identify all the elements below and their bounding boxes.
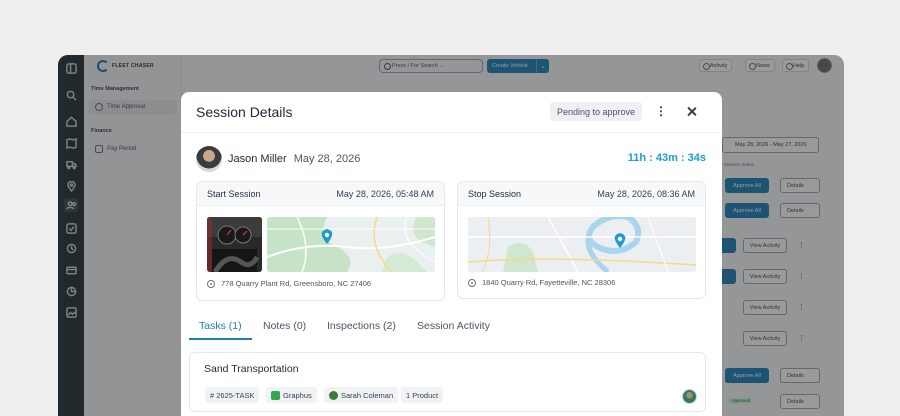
more-options-icon[interactable]: ⋮ xyxy=(655,103,667,119)
driver-name: Jason Miller xyxy=(228,153,287,165)
assignee-chip: Sarah Coleman xyxy=(324,387,399,403)
driver-avatar xyxy=(196,146,222,172)
task-driver-avatar xyxy=(682,389,697,404)
status-badge: Pending to approve xyxy=(550,102,643,121)
start-session-header: Start Session May 28, 2026, 05:48 AM xyxy=(197,182,444,206)
session-duration: 11h : 43m : 34s xyxy=(627,152,706,164)
start-session-datetime: May 28, 2026, 05:48 AM xyxy=(336,189,434,199)
tab-inspections[interactable]: Inspections (2) xyxy=(327,320,396,332)
company-chip: Graphus xyxy=(266,387,317,403)
close-icon[interactable] xyxy=(685,105,699,119)
start-session-label: Start Session xyxy=(207,189,261,199)
start-session-photo[interactable] xyxy=(207,217,262,272)
product-count-chip: 1 Product xyxy=(401,387,444,403)
stop-session-header: Stop Session May 28, 2026, 08:36 AM xyxy=(458,182,705,206)
start-address-text: 778 Quarry Plant Rd, Greensboro, NC 2740… xyxy=(221,279,372,288)
session-details-modal: Session Details Pending to approve ⋮ Jas… xyxy=(181,92,722,416)
tab-notes[interactable]: Notes (0) xyxy=(263,320,306,332)
stop-location-map[interactable] xyxy=(468,217,696,272)
location-pin-icon xyxy=(207,279,215,288)
assignee-avatar-icon xyxy=(329,390,338,400)
task-title: Sand Transportation xyxy=(204,363,299,375)
task-id-chip: # 2625-TASK xyxy=(205,387,260,403)
driver-info: Jason Miller May 28, 2026 xyxy=(196,146,360,172)
company-chip-label: Graphus xyxy=(283,390,312,400)
start-location-map[interactable] xyxy=(267,217,435,272)
graphus-logo-icon xyxy=(271,390,280,400)
session-date: May 28, 2026 xyxy=(293,153,361,165)
stop-session-datetime: May 28, 2026, 08:36 AM xyxy=(597,189,695,199)
stop-session-label: Stop Session xyxy=(468,189,522,199)
tab-session-activity[interactable]: Session Activity xyxy=(417,320,490,332)
modal-header: Session Details Pending to approve ⋮ xyxy=(181,92,722,133)
modal-title: Session Details xyxy=(196,104,293,120)
session-tabs: Tasks (1) Notes (0) Inspections (2) Sess… xyxy=(189,314,722,340)
assignee-chip-label: Sarah Coleman xyxy=(341,390,394,400)
active-tab-indicator xyxy=(189,338,252,340)
tab-tasks[interactable]: Tasks (1) xyxy=(199,320,242,332)
stop-address-text: 1840 Quarry Rd, Fayetteville, NC 28306 xyxy=(482,278,616,287)
task-card[interactable]: Sand Transportation # 2625-TASK Graphus … xyxy=(189,352,706,412)
start-session-card: Start Session May 28, 2026, 05:48 AM 778… xyxy=(196,181,445,301)
start-address: 778 Quarry Plant Rd, Greensboro, NC 2740… xyxy=(207,279,371,288)
stop-session-card: Stop Session May 28, 2026, 08:36 AM 1840… xyxy=(457,181,706,299)
stop-address: 1840 Quarry Rd, Fayetteville, NC 28306 xyxy=(468,278,615,287)
location-pin-icon xyxy=(468,278,476,287)
